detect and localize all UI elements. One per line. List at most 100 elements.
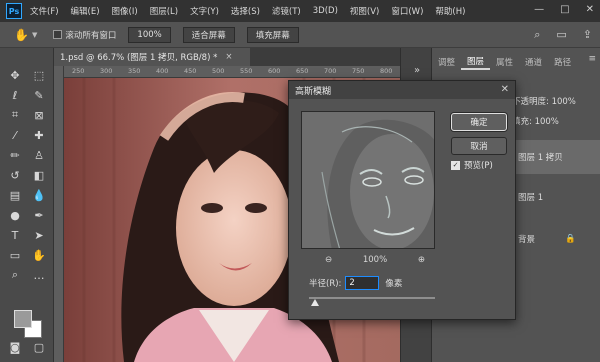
cancel-button[interactable]: 取消 — [451, 137, 507, 155]
layer-name: 图层 1 拷贝 — [518, 153, 563, 163]
menu-type[interactable]: 文字(Y) — [190, 5, 219, 17]
scroll-all-windows-label: 滚动所有窗口 — [65, 30, 117, 41]
gradient-tool-icon[interactable]: ▤ — [6, 186, 24, 204]
close-window-icon[interactable]: ✕ — [586, 4, 594, 15]
layer-row[interactable]: 图层 1 拷贝 — [512, 140, 600, 174]
radius-input[interactable]: 2 — [345, 276, 380, 290]
quick-mask-icon[interactable]: ◙ — [6, 338, 24, 356]
tools-panel: ✥ ⬚ ℓ ✎ ⌗ ⊠ ⁄ ✚ ✏ ♙ ↺ ◧ ▤ 💧 ● ✒ T ➤ ▭ ✋ … — [0, 48, 54, 362]
shape-tool-icon[interactable]: ▭ — [6, 246, 24, 264]
dialog-title: 高斯模糊 — [295, 86, 332, 97]
zoom-controls: ⊖ 100% ⊕ — [325, 255, 425, 265]
zoom-in-icon[interactable]: ⊕ — [418, 255, 425, 265]
lasso-tool-icon[interactable]: ℓ — [6, 86, 24, 104]
menu-view[interactable]: 视图(V) — [350, 5, 379, 17]
hand-tool-icon[interactable]: ✋ — [30, 246, 48, 264]
filter-preview[interactable] — [301, 111, 435, 249]
blur-tool-icon[interactable]: 💧 — [30, 186, 48, 204]
move-tool-icon[interactable]: ✥ — [6, 66, 24, 84]
menu-filter[interactable]: 滤镜(T) — [272, 5, 301, 17]
hand-tool-icon[interactable]: ✋ — [14, 28, 32, 42]
tab-layers[interactable]: 图层 — [461, 54, 491, 70]
zoom-out-icon[interactable]: ⊖ — [325, 255, 332, 265]
close-tab-icon[interactable]: × — [225, 52, 232, 62]
ruler-label: 350 — [128, 67, 141, 75]
menu-layer[interactable]: 图层(L) — [150, 5, 178, 17]
horizontal-ruler: 250 300 350 400 450 500 550 600 650 700 … — [64, 66, 400, 78]
healing-tool-icon[interactable]: ✚ — [30, 126, 48, 144]
options-right-icons: ⌕ ▭ ⇪ — [534, 28, 592, 42]
vertical-ruler — [54, 66, 64, 362]
tab-paths[interactable]: 路径 — [548, 54, 577, 70]
ruler-label: 600 — [268, 67, 281, 75]
stamp-tool-icon[interactable]: ♙ — [30, 146, 48, 164]
ok-button[interactable]: 确定 — [451, 113, 507, 131]
tab-properties[interactable]: 属性 — [490, 54, 519, 70]
checkmark-icon[interactable]: ✓ — [451, 160, 460, 170]
eyedropper-tool-icon[interactable]: ⁄ — [6, 126, 24, 144]
history-brush-tool-icon[interactable]: ↺ — [6, 166, 24, 184]
preview-label: 预览(P) — [464, 161, 493, 171]
marquee-tool-icon[interactable]: ⬚ — [30, 66, 48, 84]
pen-tool-icon[interactable]: ✒ — [30, 206, 48, 224]
fill-screen-button[interactable]: 填充屏幕 — [246, 26, 299, 43]
panel-tabs: 调整 图层 属性 通道 路径 — [432, 54, 600, 70]
preview-checkbox[interactable]: ✓ 预览(P) — [451, 159, 493, 171]
radius-label: 半径(R): — [309, 279, 342, 289]
menu-select[interactable]: 选择(S) — [231, 5, 260, 17]
photoshop-logo-icon: Ps — [6, 3, 22, 19]
menu-help[interactable]: 帮助(H) — [435, 5, 465, 17]
fill-label: 填充: 100% — [512, 117, 559, 127]
radius-slider-thumb[interactable] — [311, 299, 319, 306]
path-select-tool-icon[interactable]: ➤ — [30, 226, 48, 244]
minimize-icon[interactable]: — — [534, 4, 544, 15]
scroll-all-windows-checkbox[interactable] — [53, 30, 63, 39]
ruler-label: 700 — [324, 67, 337, 75]
brush-tool-icon[interactable]: ✏ — [6, 146, 24, 164]
more-tools-icon[interactable]: … — [30, 266, 48, 284]
menu-window[interactable]: 窗口(W) — [391, 5, 423, 17]
menu-3d[interactable]: 3D(D) — [313, 6, 338, 16]
opacity-label: 不透明度: 100% — [512, 97, 576, 107]
panel-menu-icon[interactable]: ≡ — [588, 54, 596, 64]
screen-mode-icon[interactable]: ▢ — [30, 338, 48, 356]
document-tab-title: 1.psd @ 66.7% (图层 1 拷贝, RGB/8) * — [60, 53, 218, 63]
lock-icon: 🔒 — [565, 234, 576, 244]
tab-adjustments[interactable]: 调整 — [432, 54, 461, 70]
layer-name: 图层 1 — [518, 193, 544, 203]
ruler-label: 800 — [380, 67, 393, 75]
maximize-icon[interactable]: □ — [560, 4, 569, 15]
zoom-value-button[interactable]: 100% — [128, 26, 171, 43]
quick-select-tool-icon[interactable]: ✎ — [30, 86, 48, 104]
eraser-tool-icon[interactable]: ◧ — [30, 166, 48, 184]
collapse-panels-icon[interactable]: » — [409, 62, 425, 78]
ruler-label: 250 — [72, 67, 85, 75]
dodge-tool-icon[interactable]: ● — [6, 206, 24, 224]
radius-slider-track[interactable] — [309, 297, 435, 299]
zoom-tool-icon[interactable]: ⌕ — [6, 266, 24, 284]
layer-row[interactable]: 图层 1 — [512, 180, 600, 214]
fit-screen-button[interactable]: 适合屏幕 — [182, 26, 235, 43]
dialog-title-bar[interactable]: 高斯模糊 ✕ — [289, 81, 515, 99]
crop-tool-icon[interactable]: ⌗ — [6, 106, 24, 124]
options-bar: ✋ ▼ 滚动所有窗口 100% 适合屏幕 填充屏幕 ⌕ ▭ ⇪ — [0, 22, 600, 48]
menu-edit[interactable]: 编辑(E) — [71, 5, 100, 17]
workspace-icon[interactable]: ▭ — [556, 28, 566, 42]
document-tab-bar: 1.psd @ 66.7% (图层 1 拷贝, RGB/8) * × — [54, 48, 400, 66]
frame-tool-icon[interactable]: ⊠ — [30, 106, 48, 124]
menu-image[interactable]: 图像(I) — [112, 5, 138, 17]
preview-image — [302, 112, 434, 248]
layer-row[interactable]: 背景 🔒 — [512, 222, 600, 256]
document-tab[interactable]: 1.psd @ 66.7% (图层 1 拷贝, RGB/8) * × — [54, 48, 250, 66]
tab-channels[interactable]: 通道 — [519, 54, 548, 70]
type-tool-icon[interactable]: T — [6, 226, 24, 244]
menu-file[interactable]: 文件(F) — [30, 5, 59, 17]
opacity-row[interactable]: 不透明度: 100% — [512, 94, 600, 108]
fill-row[interactable]: 填充: 100% — [512, 114, 600, 128]
chevron-down-icon[interactable]: ▼ — [32, 31, 37, 39]
ruler-label: 400 — [156, 67, 169, 75]
foreground-color-swatch[interactable] — [14, 310, 32, 328]
close-icon[interactable]: ✕ — [501, 84, 509, 95]
share-icon[interactable]: ⇪ — [583, 28, 592, 42]
search-icon[interactable]: ⌕ — [534, 28, 540, 42]
